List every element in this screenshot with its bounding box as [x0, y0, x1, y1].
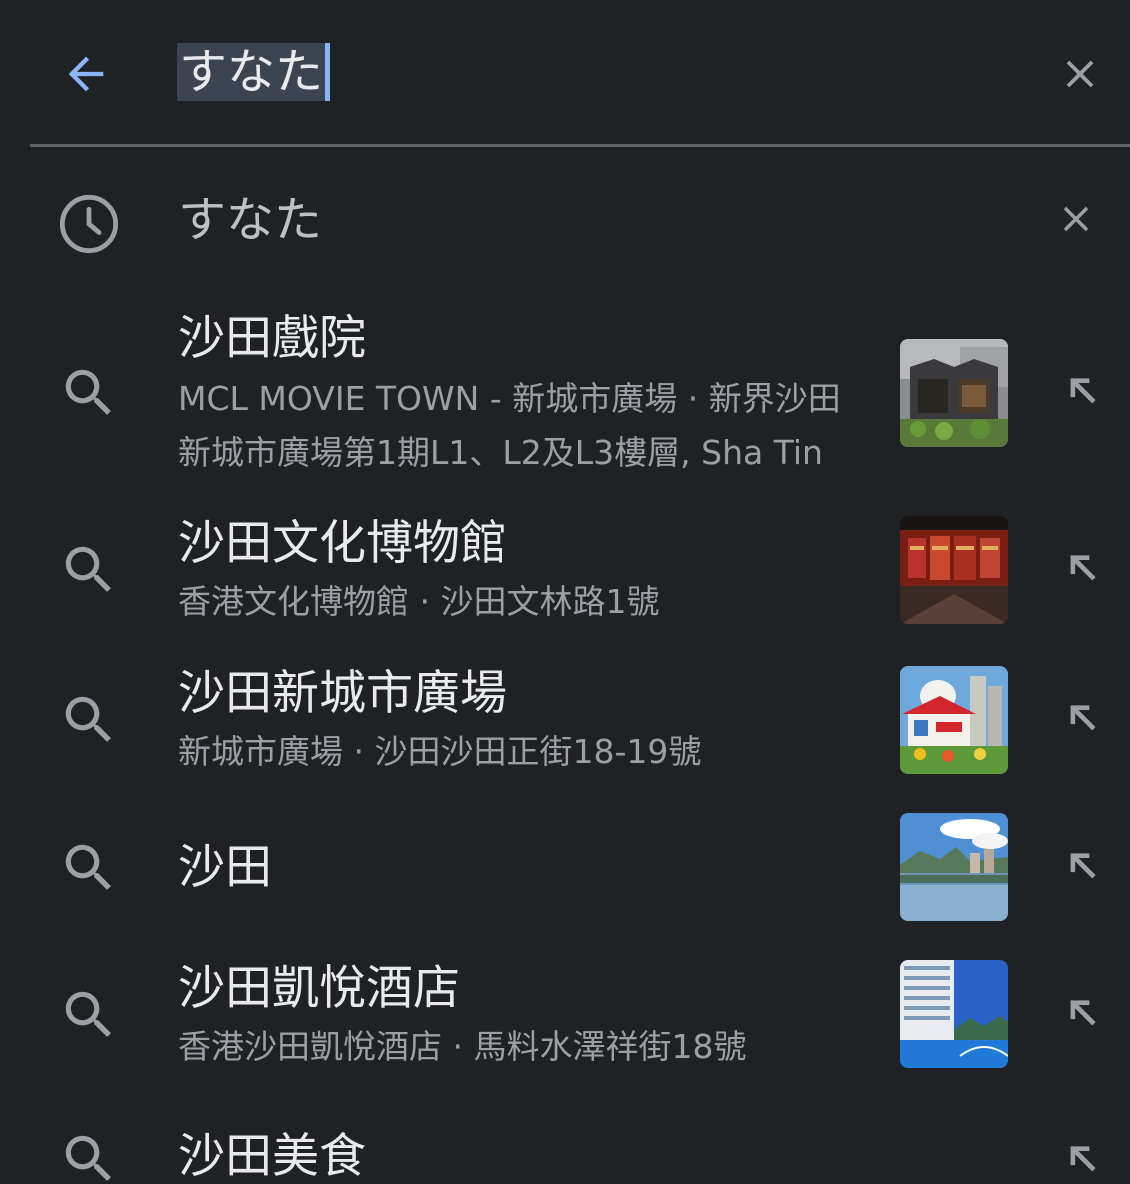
suggestion-title: 沙田戲院	[178, 311, 366, 366]
back-button[interactable]	[52, 40, 120, 108]
arrow-back-icon	[68, 56, 104, 92]
suggestion-title: 沙田新城市廣場	[178, 666, 507, 721]
suggestion-subtitle: 新城市廣場 · 沙田沙田正街18-19號	[178, 732, 702, 771]
search-icon	[65, 1135, 111, 1181]
search-icon	[65, 696, 111, 742]
remove-history-button[interactable]	[1052, 195, 1100, 243]
history-clock-icon	[59, 194, 119, 254]
suggestion-thumbnail	[900, 960, 1008, 1068]
search-icon	[65, 991, 111, 1037]
search-page: すなた すなた 沙田戲院 MCL MOVIE TOWN - 新城市廣場 · 新界…	[0, 0, 1130, 1184]
search-divider	[30, 144, 1130, 147]
history-item[interactable]: すなた	[0, 170, 1130, 270]
history-item-label: すなた	[178, 192, 323, 248]
suggestion-thumbnail	[900, 666, 1008, 774]
suggestion-item[interactable]: 沙田凱悅酒店 香港沙田凱悅酒店 · 馬料水澤祥街18號	[0, 950, 1130, 1085]
suggestion-title: 沙田	[178, 840, 272, 895]
search-icon	[65, 844, 111, 890]
clear-search-button[interactable]	[1050, 44, 1110, 104]
search-icon	[65, 546, 111, 592]
suggestion-item[interactable]: 沙田戲院 MCL MOVIE TOWN - 新城市廣場 · 新界沙田 新城市廣場…	[0, 300, 1130, 490]
close-icon	[1063, 206, 1089, 232]
close-icon	[1066, 60, 1094, 88]
arrow-up-left-icon	[1070, 1000, 1096, 1026]
suggestion-title: 沙田文化博物館	[178, 516, 507, 571]
suggestion-subtitle: 香港沙田凱悅酒店 · 馬料水澤祥街18號	[178, 1027, 747, 1066]
fill-query-button[interactable]	[1054, 1134, 1108, 1184]
text-cursor	[325, 43, 331, 101]
arrow-up-left-icon	[1070, 853, 1096, 879]
suggestion-thumbnail	[900, 516, 1008, 624]
search-bar: すなた	[0, 0, 1130, 147]
suggestion-title: 沙田凱悅酒店	[178, 961, 460, 1016]
search-icon	[65, 369, 111, 415]
arrow-up-left-icon	[1070, 705, 1096, 731]
fill-query-button[interactable]	[1054, 693, 1108, 747]
suggestion-item[interactable]: 沙田	[0, 805, 1130, 935]
suggestion-item[interactable]: 沙田文化博物館 香港文化博物館 · 沙田文林路1號	[0, 505, 1130, 640]
suggestion-thumbnail	[900, 813, 1008, 921]
fill-query-button[interactable]	[1054, 543, 1108, 597]
suggestion-title: 沙田美食	[178, 1129, 366, 1184]
fill-query-button[interactable]	[1054, 988, 1108, 1042]
suggestion-subtitle: MCL MOVIE TOWN - 新城市廣場 · 新界沙田	[178, 379, 841, 418]
arrow-up-left-icon	[1070, 555, 1096, 581]
suggestion-item[interactable]: 沙田美食	[0, 1100, 1130, 1184]
suggestion-address: 新城市廣場第1期L1、L2及L3樓層, Sha Tin	[178, 433, 823, 472]
fill-query-button[interactable]	[1054, 841, 1108, 895]
arrow-up-left-icon	[1070, 1146, 1096, 1172]
fill-query-button[interactable]	[1054, 366, 1108, 420]
search-input[interactable]: すなた	[177, 42, 331, 102]
search-query-text[interactable]: すなた	[177, 43, 326, 101]
arrow-up-left-icon	[1070, 378, 1096, 404]
suggestion-item[interactable]: 沙田新城市廣場 新城市廣場 · 沙田沙田正街18-19號	[0, 655, 1130, 790]
suggestion-subtitle: 香港文化博物館 · 沙田文林路1號	[178, 582, 660, 621]
suggestion-thumbnail	[900, 339, 1008, 447]
